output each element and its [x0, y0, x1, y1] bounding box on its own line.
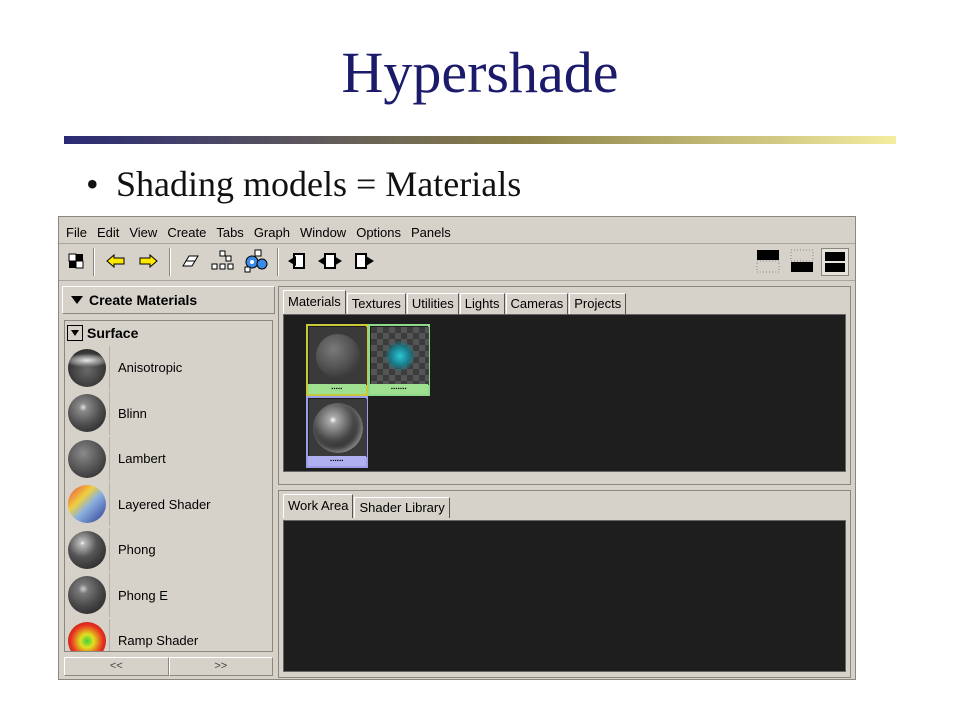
menu-divider	[59, 243, 855, 244]
top-tabs-layout-icon[interactable]	[755, 248, 781, 274]
list-item[interactable]: Layered Shader	[65, 482, 272, 528]
bottom-tab-panel: Work Area Shader Library	[278, 490, 851, 678]
create-materials-label: Create Materials	[89, 292, 198, 308]
phong-material-swatch[interactable]: ▪▪▪▪▪▪	[306, 396, 368, 468]
list-item-label: Ramp Shader	[118, 633, 199, 649]
tab-utilities[interactable]: Utilities	[406, 293, 459, 314]
blinn-sphere-icon	[68, 394, 106, 433]
list-item[interactable]: Anisotropic	[65, 345, 272, 391]
scroll-right-button[interactable]: >>	[168, 657, 273, 676]
create-materials-panel: Create Materials Surface Anisotropic Bli…	[62, 286, 275, 678]
tab-work-area[interactable]: Work Area	[283, 494, 354, 518]
menu-graph[interactable]: Graph	[249, 224, 295, 242]
arrow-left-icon[interactable]	[103, 248, 129, 274]
menu-create[interactable]: Create	[162, 224, 211, 242]
checker-glow-icon	[385, 341, 415, 371]
checker-texture-swatch[interactable]: ▪▪▪▪▪▪▪	[368, 324, 430, 396]
list-item-label: Layered Shader	[118, 496, 211, 512]
toolbar-separator	[169, 248, 171, 276]
bullet-text: Shading models = Materials	[116, 164, 522, 204]
list-item[interactable]: Blinn	[65, 391, 272, 437]
bullet-dot-icon: •	[86, 164, 99, 204]
tab-materials[interactable]: Materials	[283, 290, 346, 314]
surface-label: Surface	[87, 325, 139, 341]
tab-shader-library[interactable]: Shader Library	[354, 497, 450, 518]
title-rule	[64, 136, 896, 144]
tab-textures[interactable]: Textures	[346, 293, 406, 314]
tab-lights[interactable]: Lights	[459, 293, 505, 314]
input-output-connections-icon[interactable]	[317, 248, 343, 274]
bottom-tab-bar: Work Area Shader Library	[283, 494, 451, 518]
toolbar-separator	[277, 248, 279, 276]
list-item-label: Phong E	[118, 587, 168, 603]
arrow-right-icon[interactable]	[135, 248, 161, 274]
hypershade-window: File Edit View Create Tabs Graph Window …	[58, 216, 856, 680]
tab-cameras[interactable]: Cameras	[505, 293, 569, 314]
surface-section-header[interactable]: Surface	[65, 321, 272, 345]
lambert-sphere-icon	[68, 439, 106, 478]
list-item-label: Lambert	[118, 451, 166, 467]
phong-e-sphere-icon	[68, 576, 106, 615]
split-tabs-layout-icon[interactable]	[821, 248, 849, 276]
slide-title: Hypershade	[341, 40, 619, 105]
tab-projects[interactable]: Projects	[569, 293, 627, 314]
list-item[interactable]: Phong E	[65, 573, 272, 619]
list-item[interactable]: Phong	[65, 527, 272, 573]
phong-sphere-icon	[68, 530, 106, 569]
collapse-triangle-icon[interactable]	[71, 296, 83, 304]
scroll-left-button[interactable]: <<	[64, 657, 169, 676]
eraser-icon[interactable]	[177, 248, 203, 274]
lambert-material-swatch[interactable]: ▪▪▪▪▪	[306, 324, 368, 396]
list-item-label: Anisotropic	[118, 360, 183, 376]
create-materials-header[interactable]: Create Materials	[62, 286, 275, 314]
bullet-point: • Shading models = Materials	[86, 163, 521, 205]
graph-network-icon[interactable]	[243, 248, 269, 274]
work-area-view[interactable]	[283, 520, 846, 672]
swatch-label: ▪▪▪▪▪▪▪	[370, 384, 428, 394]
anisotropic-sphere-icon	[68, 348, 106, 387]
top-tab-panel: Materials Textures Utilities Lights Came…	[278, 286, 851, 485]
bottom-tabs-layout-icon[interactable]	[789, 248, 815, 274]
menu-view[interactable]: View	[124, 224, 162, 242]
swatch-label: ▪▪▪▪▪	[308, 384, 366, 394]
output-connections-icon[interactable]	[351, 248, 377, 274]
material-list: Surface Anisotropic Blinn Lambert Layere…	[64, 320, 273, 652]
list-item-label: Blinn	[118, 405, 147, 421]
list-scrollbar[interactable]: << >>	[64, 657, 273, 676]
selection-mask-icon[interactable]	[63, 248, 89, 274]
materials-view[interactable]: ▪▪▪▪▪ ▪▪▪▪▪▪▪ ▪▪▪▪▪▪	[283, 314, 846, 472]
menu-tabs[interactable]: Tabs	[211, 224, 248, 242]
list-item[interactable]: Ramp Shader	[65, 618, 272, 651]
menu-panels[interactable]: Panels	[406, 224, 456, 242]
menu-bar: File Edit View Create Tabs Graph Window …	[65, 224, 456, 242]
graph-materials-icon[interactable]	[209, 248, 235, 274]
toolbar-separator	[93, 248, 95, 276]
phong-sphere-icon	[313, 403, 363, 453]
toolbar	[61, 246, 853, 278]
top-tab-bar: Materials Textures Utilities Lights Came…	[283, 290, 627, 314]
menu-file[interactable]: File	[65, 224, 92, 242]
layered-sphere-icon	[68, 485, 106, 524]
toolbar-divider	[59, 280, 855, 281]
swatch-label: ▪▪▪▪▪▪	[308, 456, 366, 466]
lambert-sphere-icon	[316, 334, 360, 378]
list-item-label: Phong	[118, 542, 156, 558]
menu-options[interactable]: Options	[351, 224, 406, 242]
dropdown-arrow-icon[interactable]	[67, 325, 83, 341]
ramp-sphere-icon	[68, 621, 106, 651]
menu-edit[interactable]: Edit	[92, 224, 124, 242]
menu-window[interactable]: Window	[295, 224, 351, 242]
list-item[interactable]: Lambert	[65, 436, 272, 482]
input-connections-icon[interactable]	[285, 248, 311, 274]
